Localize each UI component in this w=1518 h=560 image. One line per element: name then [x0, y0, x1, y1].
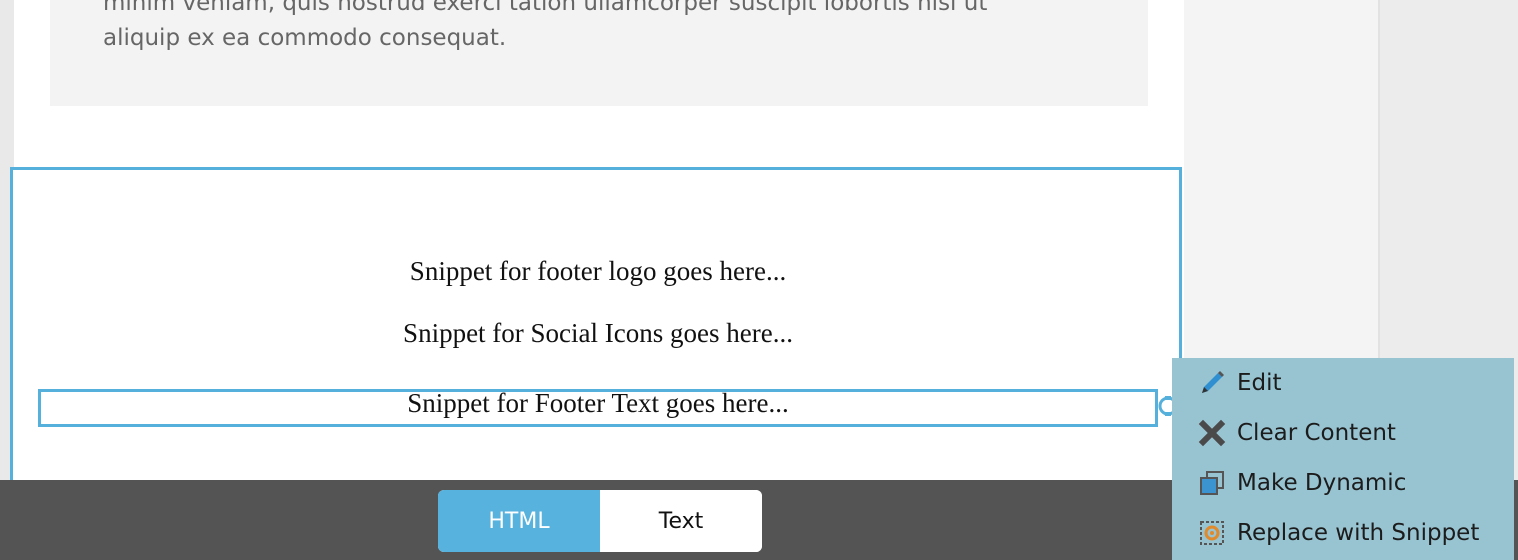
- text-view-button[interactable]: Text: [600, 490, 762, 552]
- layers-icon: [1200, 471, 1224, 495]
- footer-logo-snippet[interactable]: Snippet for footer logo goes here...: [12, 256, 1184, 287]
- footer-text-snippet: Snippet for Footer Text goes here...: [407, 388, 789, 418]
- snippet-icon: [1200, 521, 1224, 545]
- html-view-button[interactable]: HTML: [438, 490, 600, 552]
- menu-item-edit[interactable]: Edit: [1172, 358, 1514, 408]
- menu-item-label: Replace with Snippet: [1237, 520, 1480, 546]
- view-mode-toggle: HTML Text: [438, 490, 762, 552]
- body-text-line-1: minim veniam, quis nostrud exerci tation…: [103, 0, 988, 16]
- menu-item-replace-with-snippet[interactable]: Replace with Snippet: [1172, 508, 1514, 558]
- menu-item-label: Make Dynamic: [1237, 470, 1407, 496]
- close-icon: [1198, 419, 1226, 447]
- menu-item-label: Edit: [1237, 370, 1282, 396]
- menu-item-label: Clear Content: [1237, 420, 1396, 446]
- body-text-line-2: aliquip ex ea commodo consequat.: [103, 25, 507, 51]
- body-text: minim veniam, quis nostrud exerci tation…: [103, 0, 1103, 56]
- pencil-icon: [1202, 371, 1224, 393]
- menu-item-make-dynamic[interactable]: Make Dynamic: [1172, 458, 1514, 508]
- social-icons-snippet[interactable]: Snippet for Social Icons goes here...: [12, 318, 1184, 349]
- menu-item-clear-content[interactable]: Clear Content: [1172, 408, 1514, 458]
- context-menu: Edit Clear Content Make Dynamic Replace …: [1172, 358, 1514, 560]
- content-text-block[interactable]: minim veniam, quis nostrud exerci tation…: [50, 0, 1148, 106]
